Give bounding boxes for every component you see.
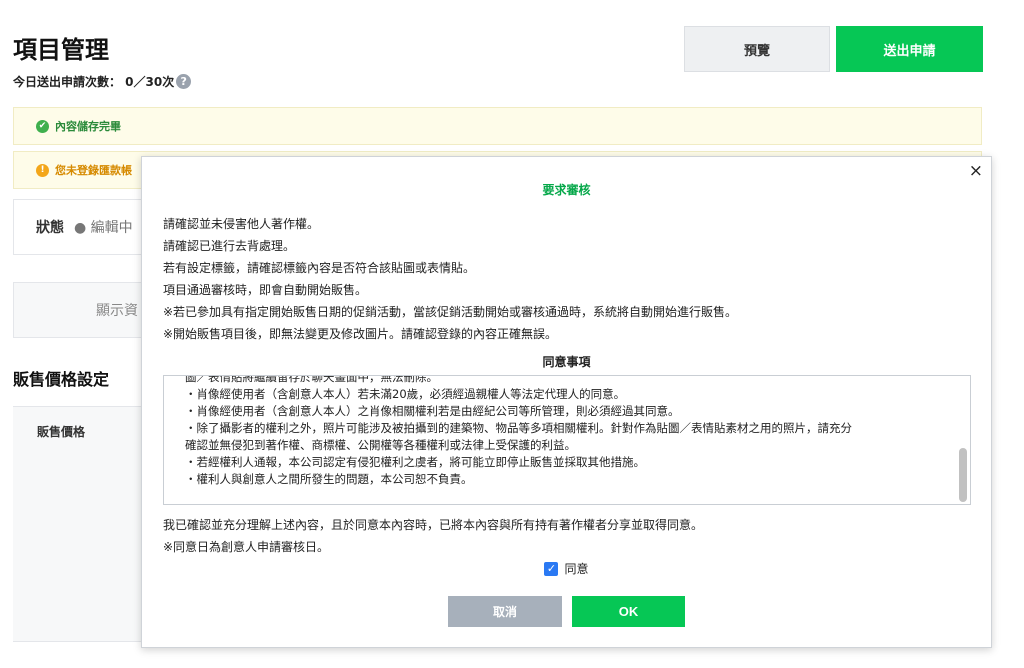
- warning-icon: !: [36, 163, 49, 177]
- agreement-title: 同意事項: [542, 355, 591, 369]
- terms-line: ・肖像經使用者（含創意人本人）之肖像相關權利若是由經紀公司等所管理，則必須經過其…: [185, 404, 680, 418]
- warning-alert-text[interactable]: 您未登錄匯款帳: [55, 162, 132, 178]
- scrollbar-thumb[interactable]: [959, 448, 967, 502]
- terms-line: ・肖像經使用者（含創意人本人）若未滿20歲，必須經過親權人等法定代理人的同意。: [185, 387, 626, 401]
- confirm-line: 我已確認並充分理解上述內容，且於同意本內容時，已將本內容與所有持有著作權者分享並…: [163, 518, 704, 532]
- terms-line: 圖／表情貼將繼續留存於聊天畫面中，無法刪除。: [185, 375, 438, 384]
- terms-line: ・權利人與創意人之間所發生的問題，本公司恕不負責。: [185, 472, 473, 486]
- check-circle-icon: ✔: [36, 119, 49, 133]
- submit-application-button[interactable]: 送出申請: [836, 26, 983, 72]
- pricing-section-title: 販售價格設定: [13, 370, 110, 389]
- submit-count-label: 今日送出申請次數： 0／30次: [13, 75, 175, 89]
- requirement-item: 請確認已進行去背處理。: [163, 239, 296, 253]
- page-title: 項目管理: [13, 36, 109, 64]
- price-label: 販售價格: [37, 425, 86, 439]
- cancel-button[interactable]: 取消: [448, 596, 562, 627]
- close-icon[interactable]: ×: [969, 161, 983, 181]
- review-request-modal: × 要求審核 請確認並未侵害他人著作權。 請確認已進行去背處理。 若有設定標籤，…: [141, 156, 992, 648]
- status-label: 狀態: [36, 220, 64, 236]
- saved-alert: ✔ 內容儲存完畢: [13, 107, 982, 145]
- modal-title: 要求審核: [542, 183, 591, 197]
- agree-checkbox[interactable]: ✓: [544, 561, 559, 576]
- saved-alert-text: 內容儲存完畢: [55, 120, 121, 133]
- preview-button[interactable]: 預覽: [684, 26, 830, 72]
- requirement-item: ※開始販售項目後，即無法變更及修改圖片。請確認登錄的內容正確無誤。: [163, 327, 558, 341]
- agree-checkbox-label: 同意: [564, 562, 589, 576]
- help-icon[interactable]: ?: [176, 74, 192, 89]
- status-value: ● 編輯中: [74, 220, 133, 236]
- terms-line: ・若經權利人通報，本公司認定有侵犯權利之虞者，將可能立即停止販售並採取其他措施。: [185, 455, 645, 469]
- terms-line: 確認並無侵犯到著作權、商標權、公開權等各種權利或法律上受保護的利益。: [185, 438, 576, 452]
- confirm-text: 我已確認並充分理解上述內容，且於同意本內容時，已將本內容與所有持有著作權者分享並…: [163, 514, 983, 558]
- requirement-item: ※若已參加具有指定開始販售日期的促銷活動，當該促銷活動開始或審核通過時，系統將自…: [163, 305, 738, 319]
- submit-count: 今日送出申請次數： 0／30次 ?: [13, 73, 192, 90]
- confirm-line: ※同意日為創意人申請審核日。: [163, 540, 330, 554]
- requirement-item: 請確認並未侵害他人著作權。: [163, 217, 320, 231]
- requirement-item: 項目通過審核時，即會自動開始販售。: [163, 283, 368, 297]
- terms-content: 圖／表情貼將繼續留存於聊天畫面中，無法刪除。 ・肖像經使用者（含創意人本人）若未…: [185, 375, 945, 488]
- requirement-item: 若有設定標籤，請確認標籤內容是否符合該貼圖或表情貼。: [163, 261, 476, 275]
- terms-line: ・除了攝影者的權利之外，照片可能涉及被拍攝到的建築物、物品等多項相關權利。針對作…: [185, 421, 852, 435]
- agree-checkbox-row[interactable]: ✓ 同意: [142, 560, 991, 577]
- terms-scroll-box[interactable]: 圖／表情貼將繼續留存於聊天畫面中，無法刪除。 ・肖像經使用者（含創意人本人）若未…: [163, 375, 971, 505]
- display-box-text: 顯示資: [96, 303, 138, 319]
- requirements-list: 請確認並未侵害他人著作權。 請確認已進行去背處理。 若有設定標籤，請確認標籤內容…: [163, 213, 963, 345]
- ok-button[interactable]: OK: [572, 596, 685, 627]
